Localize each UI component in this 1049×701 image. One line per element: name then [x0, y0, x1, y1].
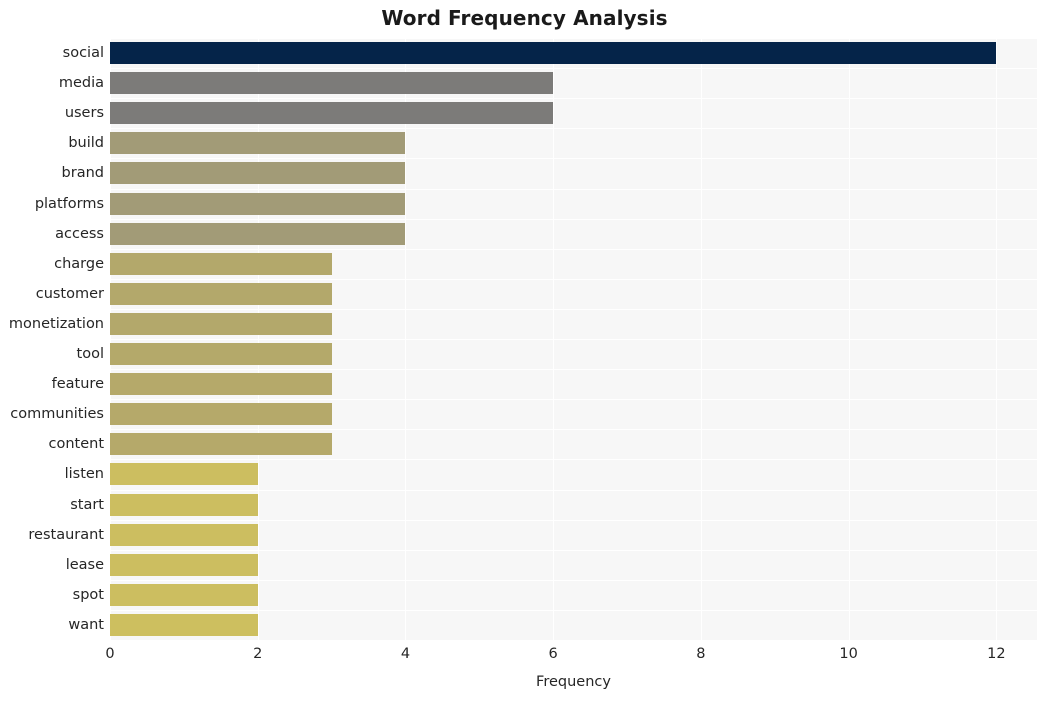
y-axis-tick-label: lease — [65, 556, 104, 573]
y-axis-tick-label: users — [64, 105, 104, 122]
x-axis-tick-label: 8 — [696, 646, 706, 662]
y-axis-tick-label: communities — [10, 406, 104, 423]
y-axis-tick-label: spot — [72, 586, 104, 603]
x-axis-tick-labels: 0 2 4 6 8 10 12 — [0, 646, 1049, 670]
chart-title: Word Frequency Analysis — [381, 6, 668, 30]
y-axis-tick-label: listen — [64, 466, 104, 483]
gridline-horizontal — [110, 640, 1037, 641]
y-axis-tick-label: social — [62, 45, 104, 62]
x-axis-tick-label: 6 — [548, 646, 558, 662]
x-axis-tick-label: 0 — [105, 646, 115, 662]
y-axis-tick-label: access — [55, 225, 104, 242]
x-axis-tick-label: 4 — [400, 646, 411, 662]
y-axis-tick-label: monetization — [8, 315, 104, 332]
y-axis-tick-label: brand — [61, 165, 104, 182]
x-axis-tick-label: 12 — [987, 646, 1006, 662]
y-axis-tick-label: want — [68, 616, 104, 633]
y-axis-tick-label: tool — [76, 346, 104, 363]
y-axis-tick-label: content — [48, 436, 104, 453]
x-axis-tick-label: 10 — [839, 646, 858, 662]
y-axis-tick-label: feature — [51, 376, 104, 393]
x-axis-title: Frequency — [536, 674, 611, 690]
y-axis-tick-label: customer — [35, 285, 104, 302]
x-axis-tick-label: 2 — [253, 646, 263, 662]
y-axis-tick-label: platforms — [34, 195, 104, 212]
y-axis-tick-label: start — [70, 496, 104, 513]
y-axis-tick-label: charge — [54, 255, 104, 272]
y-axis-tick-label: build — [68, 135, 104, 152]
chart-figure: Word Frequency Analysis social media users… — [0, 0, 1049, 701]
y-axis-tick-labels: social media users build brand platforms acces… — [0, 38, 1049, 640]
y-axis-tick-label: restaurant — [28, 526, 104, 543]
y-axis-tick-label: media — [58, 75, 104, 92]
